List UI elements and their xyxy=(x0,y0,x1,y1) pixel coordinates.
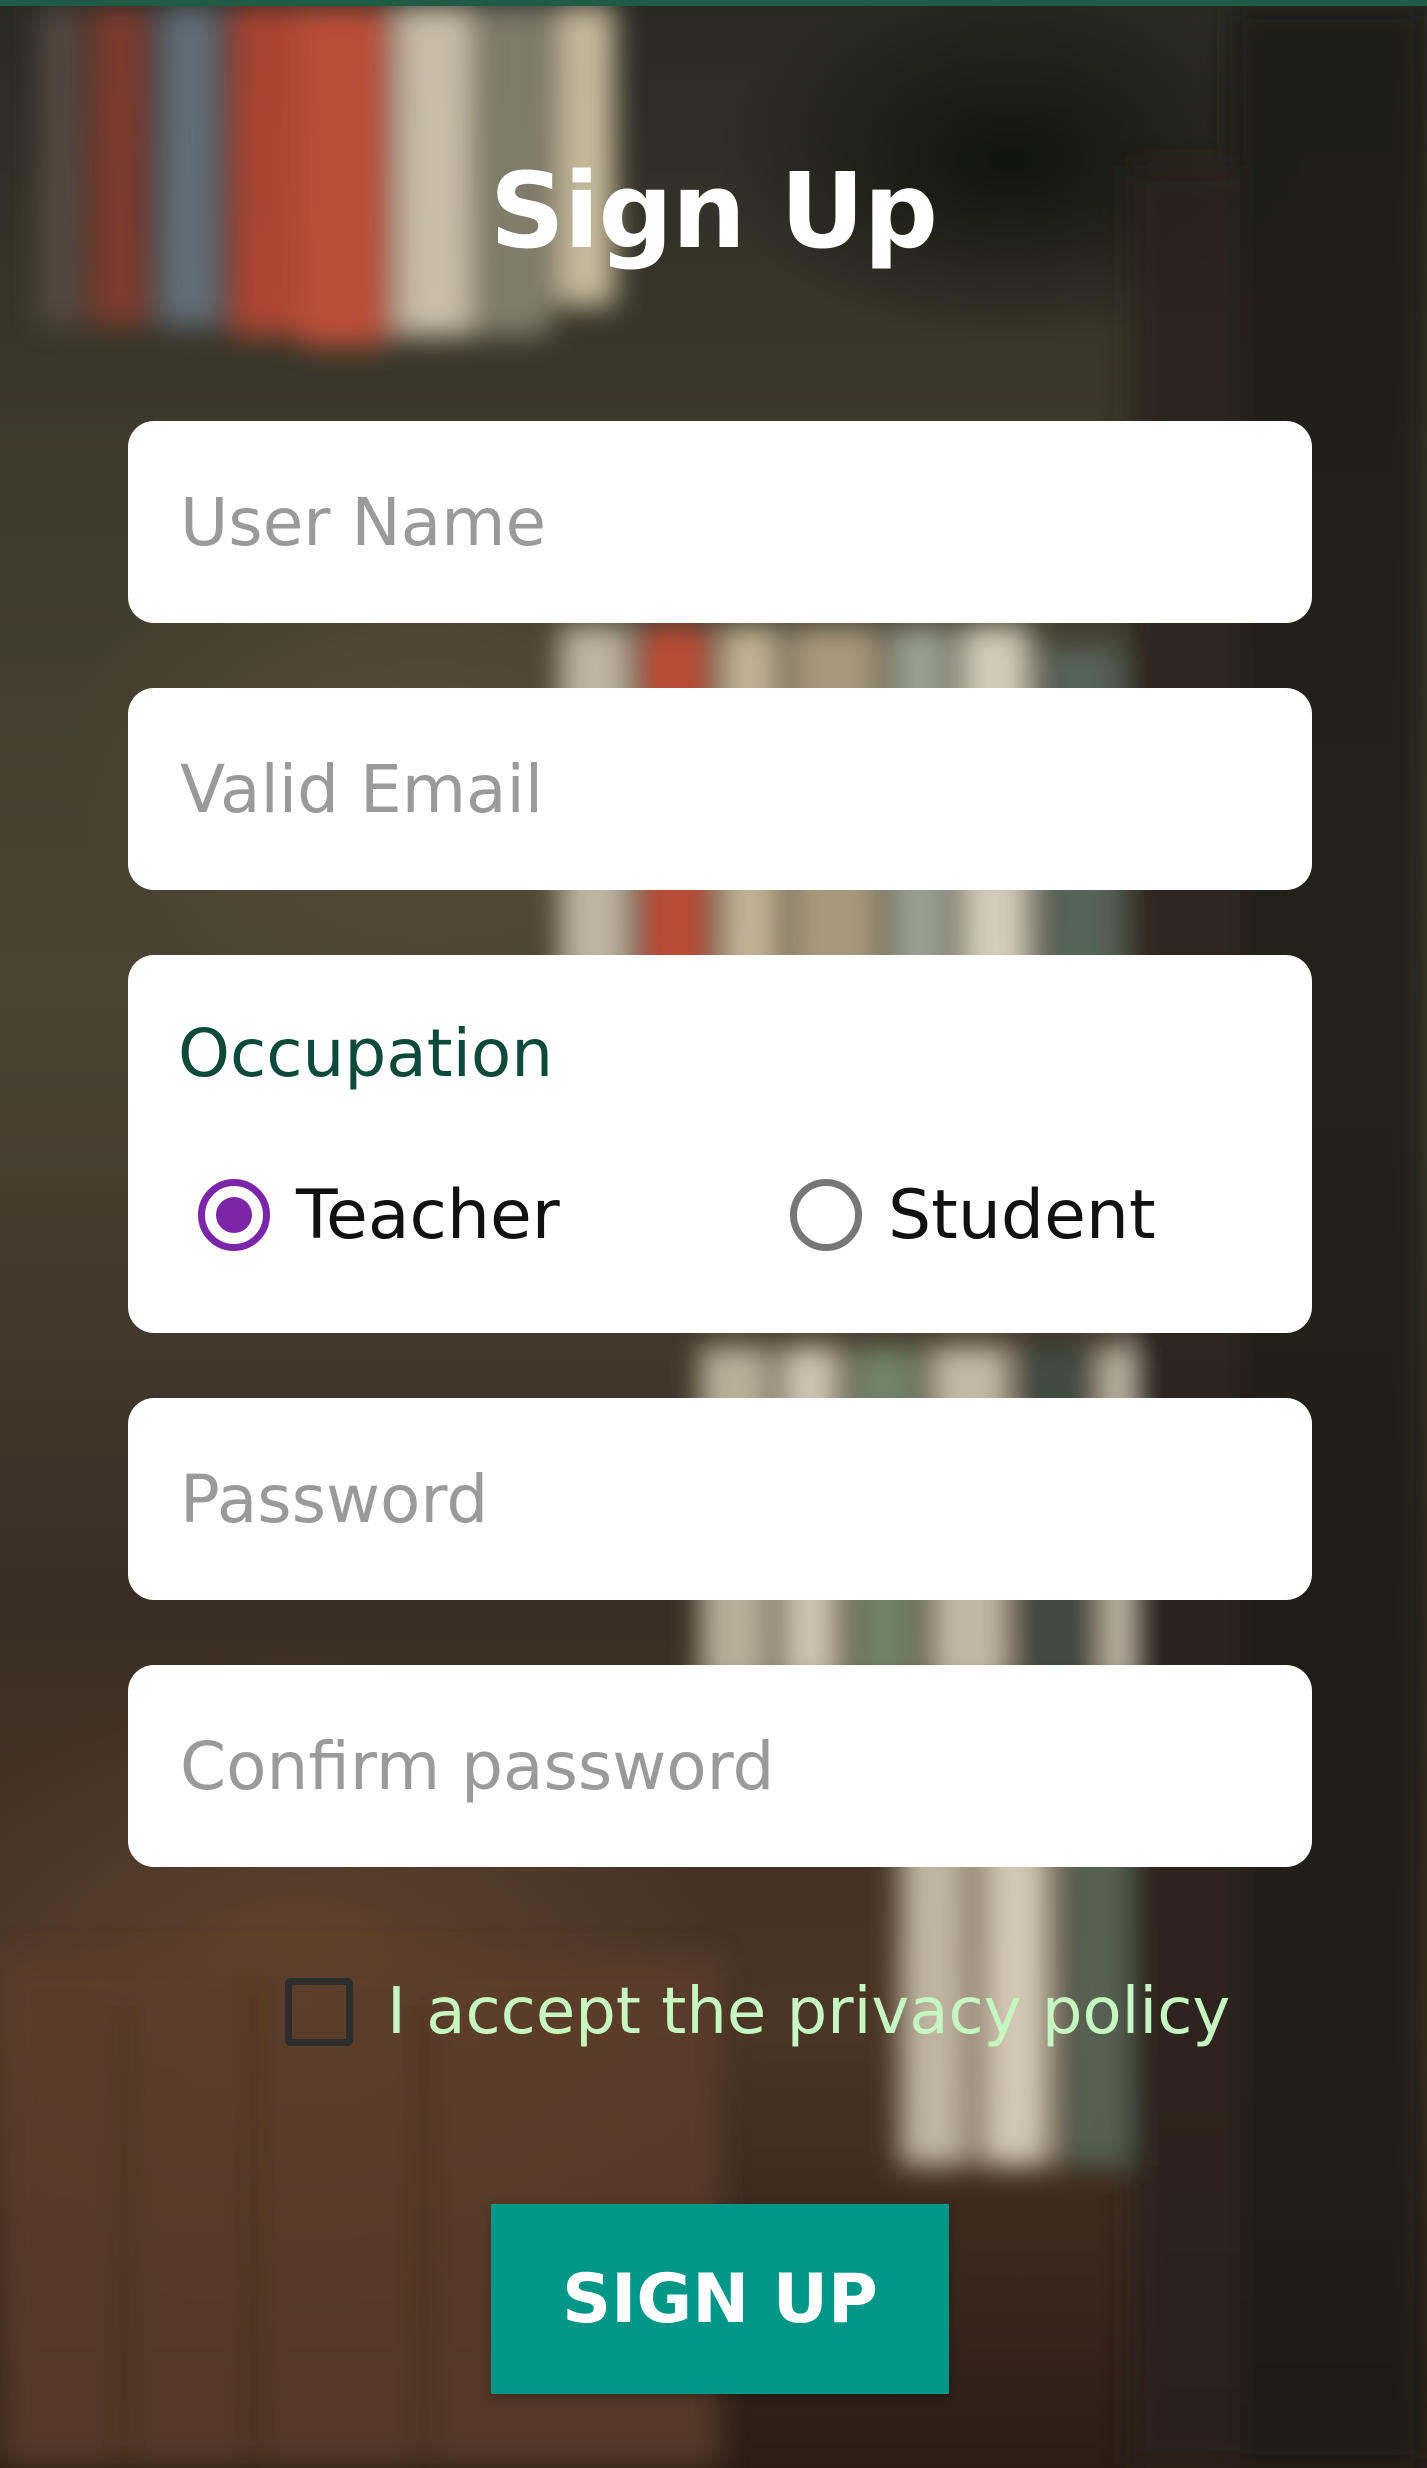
radio-unselected-icon[interactable] xyxy=(790,1179,862,1251)
radio-label-student: Student xyxy=(888,1175,1156,1255)
radio-option-teacher[interactable]: Teacher xyxy=(198,1175,560,1255)
sign-up-button[interactable]: SIGN UP xyxy=(491,2204,949,2394)
top-accent-bar xyxy=(0,0,1427,6)
password-input[interactable] xyxy=(178,1459,1312,1539)
privacy-policy-row[interactable]: I accept the privacy policy xyxy=(285,1975,1230,2049)
email-field[interactable] xyxy=(128,688,1312,890)
radio-option-student[interactable]: Student xyxy=(790,1175,1156,1255)
privacy-checkbox[interactable] xyxy=(285,1978,353,2046)
username-field[interactable] xyxy=(128,421,1312,623)
radio-dot-icon xyxy=(216,1197,252,1233)
radio-label-teacher: Teacher xyxy=(296,1175,560,1255)
occupation-card: Occupation Teacher Student xyxy=(128,955,1312,1333)
password-field[interactable] xyxy=(128,1398,1312,1600)
radio-selected-icon[interactable] xyxy=(198,1179,270,1251)
occupation-label: Occupation xyxy=(178,1015,554,1092)
email-input[interactable] xyxy=(178,749,1312,829)
privacy-policy-label: I accept the privacy policy xyxy=(387,1975,1231,2049)
confirm-password-input[interactable] xyxy=(178,1726,1312,1806)
username-input[interactable] xyxy=(178,482,1312,562)
page-title: Sign Up xyxy=(489,150,938,272)
confirm-password-field[interactable] xyxy=(128,1665,1312,1867)
